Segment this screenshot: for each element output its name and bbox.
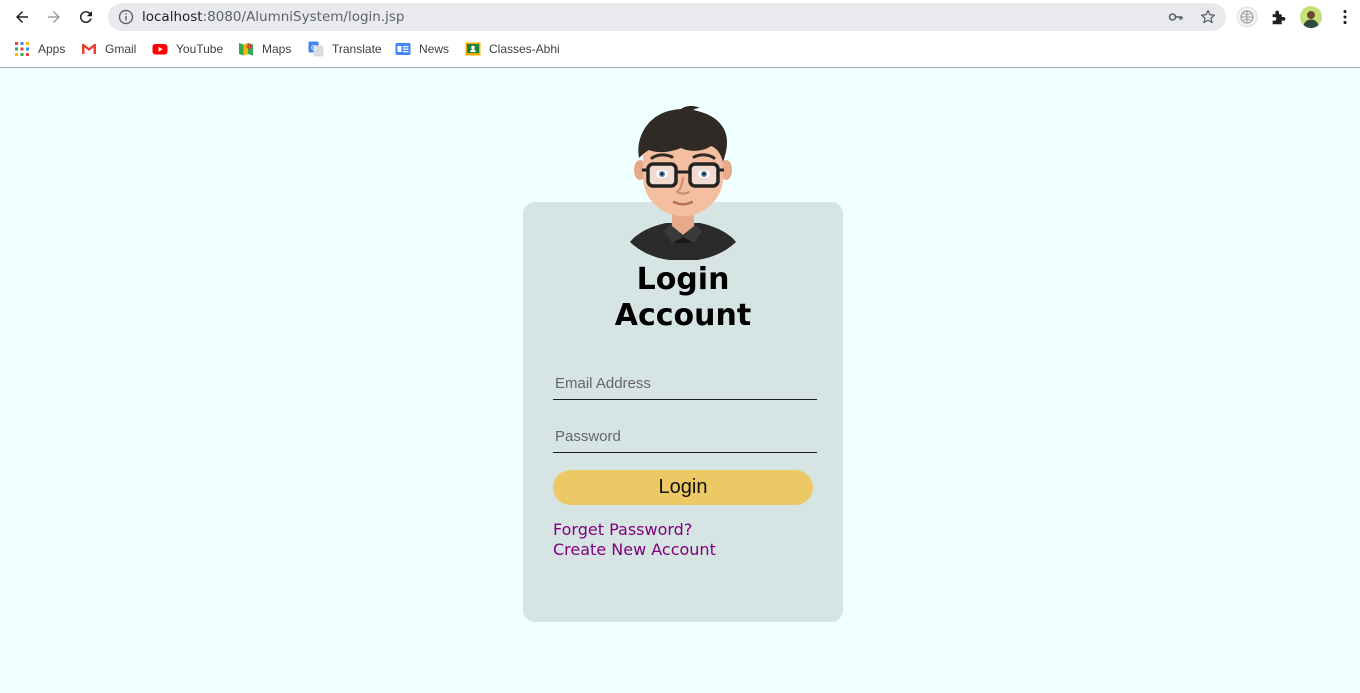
bookmark-news[interactable]: News: [395, 37, 449, 61]
bookmarks-bar: Apps Gmail YouTube Maps G Translate News…: [0, 37, 1360, 61]
password-input[interactable]: [553, 421, 817, 453]
globe-extension-button[interactable]: [1236, 6, 1258, 28]
reload-icon: [79, 11, 92, 24]
bookmark-gmail[interactable]: Gmail: [81, 37, 136, 61]
classroom-icon: [465, 42, 481, 56]
reload-button[interactable]: [74, 5, 98, 29]
globe-icon: [1236, 6, 1258, 28]
login-title: Login Account: [614, 262, 752, 333]
maps-icon: [239, 43, 253, 56]
news-icon: [395, 43, 411, 55]
bookmark-youtube[interactable]: YouTube: [152, 37, 223, 61]
browser-toolbar: localhost:8080/AlumniSystem/login.jsp Ap…: [0, 0, 1360, 68]
star-bookmark-icon[interactable]: [1200, 9, 1216, 25]
bookmark-translate[interactable]: G Translate: [308, 37, 382, 61]
key-icon[interactable]: [1168, 9, 1184, 25]
address-bar[interactable]: localhost:8080/AlumniSystem/login.jsp: [108, 3, 1226, 31]
url-text: localhost:8080/AlumniSystem/login.jsp: [142, 9, 405, 25]
profile-button[interactable]: [1300, 6, 1322, 28]
create-account-link[interactable]: Create New Account: [553, 540, 716, 559]
login-button[interactable]: Login: [553, 470, 813, 505]
bookmark-apps[interactable]: Apps: [14, 37, 65, 61]
forward-arrow-icon: [48, 11, 60, 23]
extensions-button[interactable]: [1268, 6, 1290, 28]
back-arrow-icon: [16, 11, 28, 23]
youtube-icon: [152, 44, 168, 55]
back-button[interactable]: [10, 5, 34, 29]
bookmark-maps[interactable]: Maps: [238, 37, 291, 61]
browser-menu-button[interactable]: [1334, 6, 1356, 28]
translate-icon: G: [308, 41, 324, 57]
user-avatar-image: [630, 106, 736, 260]
bookmark-classes-abhi[interactable]: Classes-Abhi: [465, 37, 560, 61]
gmail-icon: [82, 44, 96, 54]
info-icon[interactable]: [118, 9, 134, 25]
kebab-menu-icon: [1343, 10, 1347, 24]
profile-avatar-icon: [1300, 6, 1322, 28]
apps-grid-icon: [15, 42, 29, 56]
puzzle-icon: [1272, 10, 1286, 25]
email-input[interactable]: [553, 368, 817, 400]
forward-button[interactable]: [42, 5, 66, 29]
svg-text:G: G: [311, 44, 316, 52]
forget-password-link[interactable]: Forget Password?: [553, 520, 692, 539]
